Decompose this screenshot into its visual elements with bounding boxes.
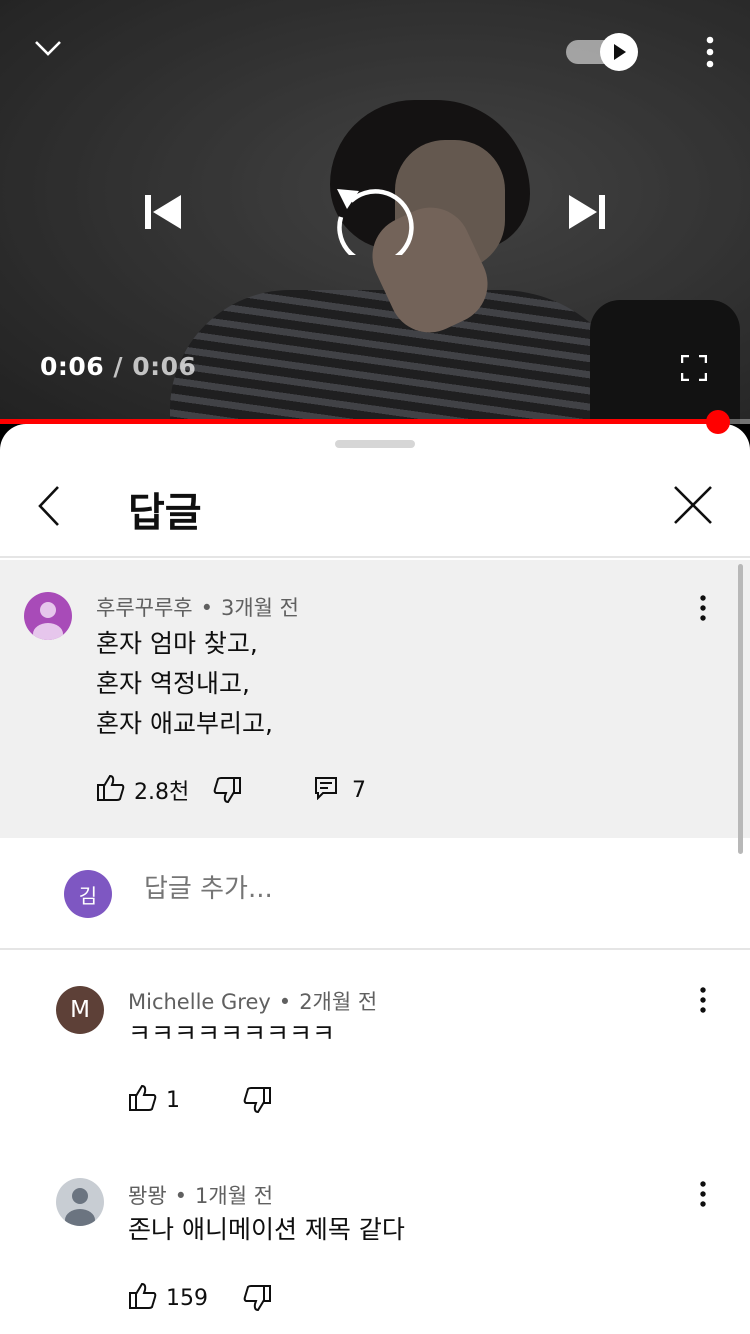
user-avatar-letter: 김 xyxy=(78,883,98,908)
replies-button[interactable]: 7 xyxy=(314,776,366,804)
like-button[interactable]: 2.8천 xyxy=(96,774,189,806)
fullscreen-icon[interactable] xyxy=(676,350,712,386)
thumbs-down-icon xyxy=(242,1086,272,1118)
sheet-header: 답글 xyxy=(0,464,750,558)
video-duration: 0:06 xyxy=(132,352,197,381)
comment-bubble-icon xyxy=(314,776,338,804)
comment-line: 혼자 엄마 찾고, xyxy=(96,629,258,658)
player-kebab-menu-icon[interactable] xyxy=(690,30,730,74)
replay-icon[interactable] xyxy=(330,168,420,258)
dislike-button[interactable] xyxy=(242,1284,272,1316)
reply-time: 1개월 전 xyxy=(195,1184,274,1208)
like-button[interactable]: 159 xyxy=(128,1282,208,1314)
reply-meta: 뫙뫙 • 1개월 전 xyxy=(128,1184,274,1208)
like-count: 159 xyxy=(166,1285,208,1311)
comment-time: 3개월 전 xyxy=(221,596,299,620)
reply-author[interactable]: Michelle Grey xyxy=(128,990,271,1014)
reply-kebab-menu-icon[interactable] xyxy=(688,1174,718,1214)
comment-line: 혼자 애교부리고, xyxy=(96,709,273,738)
back-arrow-icon[interactable] xyxy=(36,484,76,536)
avatar[interactable]: M xyxy=(56,986,104,1034)
reply-meta: Michelle Grey • 2개월 전 xyxy=(128,990,378,1014)
avatar[interactable] xyxy=(56,1178,104,1226)
thumbs-down-icon xyxy=(242,1284,272,1316)
comment-meta: 후루꾸루후 • 3개월 전 xyxy=(96,596,299,620)
parent-comment: 후루꾸루후 • 3개월 전 혼자 엄마 찾고, 혼자 역정내고, 혼자 애교부리고,… xyxy=(0,560,750,838)
comment-author[interactable]: 후루꾸루후 xyxy=(96,596,193,620)
thumbs-up-icon xyxy=(128,1084,158,1116)
reply-time: 2개월 전 xyxy=(299,990,378,1014)
skip-next-icon[interactable] xyxy=(560,186,614,238)
skip-previous-icon[interactable] xyxy=(136,186,190,238)
close-icon[interactable] xyxy=(672,484,718,530)
reply-kebab-menu-icon[interactable] xyxy=(688,980,718,1020)
avatar-letter: M xyxy=(70,997,90,1023)
reply-author[interactable]: 뫙뫙 xyxy=(128,1184,167,1208)
reply-count: 7 xyxy=(352,777,366,803)
user-avatar[interactable]: 김 xyxy=(64,870,112,918)
like-button[interactable]: 1 xyxy=(128,1084,180,1116)
add-reply-row: 김 xyxy=(0,838,750,950)
sheet-title: 답글 xyxy=(128,490,202,536)
add-reply-input[interactable] xyxy=(144,874,704,904)
comment-line: 혼자 역정내고, xyxy=(96,669,250,698)
progress-scrubber[interactable] xyxy=(706,410,730,434)
scrollbar[interactable] xyxy=(738,564,743,854)
minimize-chevron-down-icon[interactable] xyxy=(28,28,68,68)
reply-text: ㅋㅋㅋㅋㅋㅋㅋㅋㅋ xyxy=(128,1019,336,1048)
time-separator: / xyxy=(113,352,124,381)
thumbs-down-icon xyxy=(212,776,242,808)
current-time: 0:06 xyxy=(40,352,105,381)
replies-sheet: 답글 후루꾸루후 • 3개월 전 혼자 엄마 찾고, 혼자 역정내고, 혼자 애교부… xyxy=(0,424,750,1334)
autoplay-play-icon xyxy=(600,33,638,71)
thumbs-up-icon xyxy=(96,774,126,806)
dislike-button[interactable] xyxy=(242,1086,272,1118)
like-count: 1 xyxy=(166,1087,180,1113)
time-readout: 0:06 / 0:06 xyxy=(40,352,196,381)
thumbs-up-icon xyxy=(128,1282,158,1314)
drag-handle[interactable] xyxy=(335,440,415,448)
like-count: 2.8천 xyxy=(134,780,190,805)
comment-text: 혼자 엄마 찾고, 혼자 역정내고, 혼자 애교부리고, xyxy=(96,624,273,744)
autoplay-toggle[interactable] xyxy=(566,33,638,71)
dislike-button[interactable] xyxy=(212,776,242,808)
avatar[interactable] xyxy=(24,592,72,640)
comment-kebab-menu-icon[interactable] xyxy=(688,588,718,628)
reply-text: 존나 애니메이션 제목 같다 xyxy=(128,1215,405,1244)
video-player[interactable]: 0:06 / 0:06 xyxy=(0,0,750,424)
